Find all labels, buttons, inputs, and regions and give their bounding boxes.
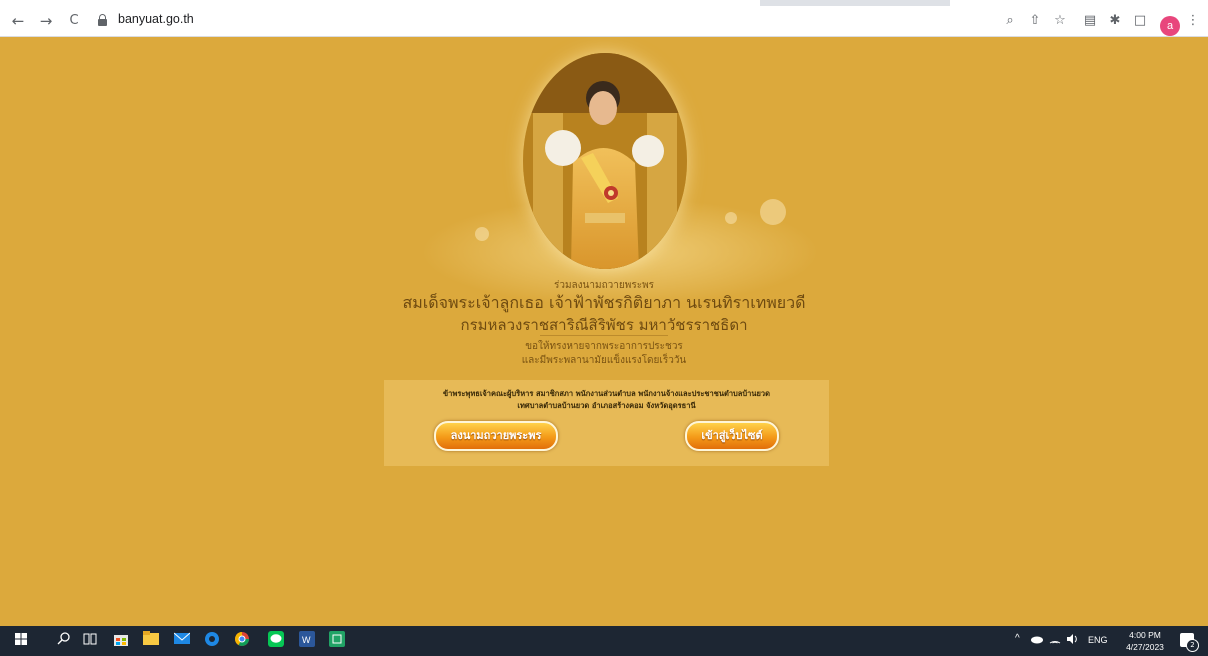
notification-count-badge: 2 xyxy=(1186,639,1199,652)
profile-avatar[interactable]: a xyxy=(1160,16,1180,36)
reload-icon[interactable]: C xyxy=(64,11,84,31)
forward-icon[interactable]: → xyxy=(36,11,56,31)
wish-line2: และมีพระพลานามัยแข็งแรงโดยเร็ววัน xyxy=(521,355,687,366)
divider xyxy=(540,335,668,336)
search-icon[interactable] xyxy=(53,631,75,651)
clock-date: 4/27/2023 xyxy=(1126,642,1164,652)
back-icon[interactable]: ← xyxy=(8,11,28,31)
word-icon[interactable]: W xyxy=(296,631,318,651)
panel-text-line1: ข้าพระพุทธเจ้าคณะผู้บริหาร สมาชิกสภา พนั… xyxy=(443,389,770,398)
line-app-icon[interactable] xyxy=(265,631,287,651)
bokeh-light xyxy=(760,199,786,225)
mail-icon[interactable] xyxy=(171,631,193,651)
webpage-content: ร่วมลงนามถวายพระพร สมเด็จพระเจ้าลูกเธอ เ… xyxy=(0,37,1208,626)
notification-center-icon[interactable]: 2 xyxy=(1180,633,1199,652)
royal-name-line2: กรมหลวงราชสาริณีสิริพัชร มหาวัชรราชธิดา xyxy=(460,316,748,334)
store-icon[interactable] xyxy=(110,631,132,651)
svg-text:W: W xyxy=(302,635,311,645)
wish-line1: ขอให้ทรงหายจากพระอาการประชวร xyxy=(525,341,683,352)
onedrive-icon[interactable] xyxy=(1030,634,1044,646)
signature-panel: ข้าพระพุทธเจ้าคณะผู้บริหาร สมาชิกสภา พนั… xyxy=(384,380,829,466)
volume-icon[interactable] xyxy=(1066,633,1080,647)
extensions-icon[interactable]: ✱ xyxy=(1105,11,1125,31)
reading-list-icon[interactable]: ▤ xyxy=(1080,11,1100,31)
zoom-icon[interactable]: ⌕ xyxy=(1000,11,1020,31)
chrome-icon[interactable] xyxy=(231,631,253,651)
enter-website-button[interactable]: เข้าสู่เว็บไซต์ xyxy=(685,421,779,451)
share-icon[interactable]: ⇧ xyxy=(1025,11,1045,31)
green-app-icon[interactable] xyxy=(326,631,348,651)
edge-icon[interactable] xyxy=(201,631,223,651)
windows-start-icon[interactable] xyxy=(10,631,32,651)
wifi-icon[interactable] xyxy=(1049,633,1061,647)
system-clock[interactable]: 4:00 PM 4/27/2023 xyxy=(1117,629,1173,653)
side-panel-icon[interactable]: □ xyxy=(1130,11,1150,31)
task-view-icon[interactable] xyxy=(79,631,101,651)
clock-time: 4:00 PM xyxy=(1129,630,1161,640)
browser-toolbar: ← → C banyuat.go.th ⌕ ⇧ ☆ ▤ ✱ □ a ⋮ xyxy=(0,6,1208,37)
bokeh-light xyxy=(725,212,737,224)
panel-text-line2: เทศบาลตำบลบ้านยวด อำเภอสร้างคอม จังหวัดอ… xyxy=(517,401,696,410)
royal-portrait-image xyxy=(523,53,687,269)
bookmark-star-icon[interactable]: ☆ xyxy=(1050,11,1070,31)
file-explorer-icon[interactable] xyxy=(140,631,162,651)
address-bar[interactable]: banyuat.go.th xyxy=(118,12,194,26)
input-language-indicator[interactable]: ENG xyxy=(1088,635,1108,645)
lock-icon[interactable] xyxy=(98,14,107,26)
bokeh-light xyxy=(475,227,489,241)
show-hidden-icons-icon[interactable]: ^ xyxy=(1015,633,1020,644)
sign-well-wishes-button[interactable]: ลงนามถวายพระพร xyxy=(434,421,558,451)
menu-icon[interactable]: ⋮ xyxy=(1183,11,1203,31)
windows-taskbar: W ^ ENG 4:00 PM 4/27/2023 2 xyxy=(0,626,1208,656)
